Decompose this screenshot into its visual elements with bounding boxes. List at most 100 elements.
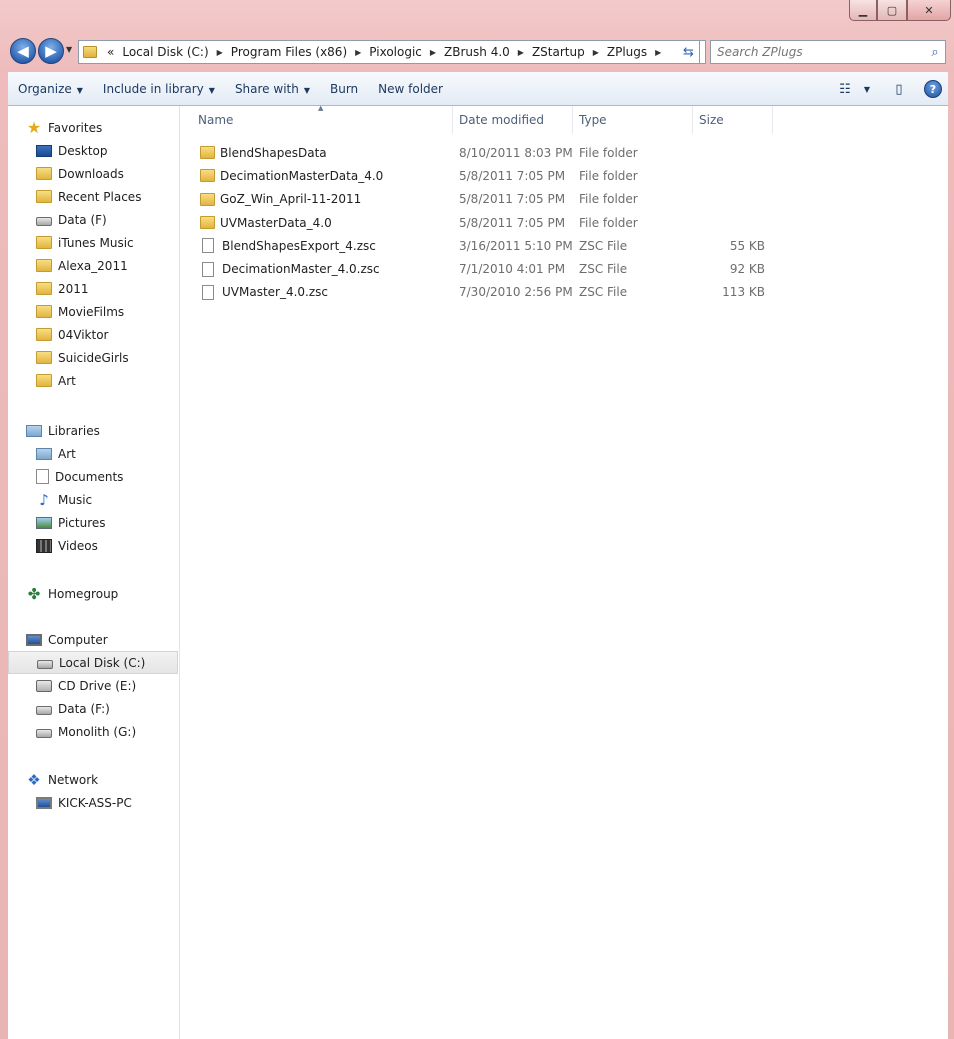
computer-icon bbox=[26, 633, 42, 646]
file-name: UVMaster_4.0.zsc bbox=[222, 285, 329, 300]
file-size: 113 KB bbox=[722, 285, 765, 300]
nav-favorites[interactable]: ★ Favorites bbox=[8, 116, 180, 139]
breadcrumb-local-disk[interactable]: Local Disk (C:) bbox=[118, 45, 212, 59]
breadcrumb-overflow[interactable]: « bbox=[103, 45, 118, 59]
folder-icon bbox=[36, 328, 52, 341]
file-date: 5/8/2011 7:05 PM bbox=[459, 215, 566, 230]
nav-item-04viktor[interactable]: 04Viktor bbox=[8, 323, 180, 346]
chevron-right-icon[interactable]: ▶ bbox=[589, 48, 603, 57]
new-folder-button[interactable]: New folder bbox=[368, 82, 453, 96]
chevron-right-icon[interactable]: ▶ bbox=[213, 48, 227, 57]
nav-item-local-disk-c[interactable]: Local Disk (C:) bbox=[8, 651, 178, 674]
nav-item-itunes-music[interactable]: iTunes Music bbox=[8, 231, 180, 254]
music-note-icon: ♪ bbox=[39, 490, 49, 509]
file-row[interactable]: BlendShapesData 8/10/2011 8:03 PM File f… bbox=[180, 141, 948, 164]
nav-item-data-f-drive[interactable]: Data (F:) bbox=[8, 697, 180, 720]
nav-homegroup[interactable]: ✤ Homegroup bbox=[8, 582, 180, 605]
nav-network[interactable]: ❖ Network bbox=[8, 768, 180, 791]
file-date: 5/8/2011 7:05 PM bbox=[459, 168, 566, 183]
file-name-cell: GoZ_Win_April-11-2011 bbox=[180, 192, 459, 206]
nav-item-monolith-g[interactable]: Monolith (G:) bbox=[8, 720, 180, 743]
nav-item-alexa-2011[interactable]: Alexa_2011 bbox=[8, 254, 180, 277]
include-in-library-button[interactable]: Include in library ▼ bbox=[93, 82, 225, 96]
nav-item-art[interactable]: Art bbox=[8, 369, 180, 392]
nav-libraries[interactable]: Libraries bbox=[8, 419, 180, 442]
libraries-group: Libraries Art Documents ♪ Music Pictures … bbox=[8, 419, 180, 557]
folder-icon bbox=[200, 169, 215, 183]
file-row[interactable]: GoZ_Win_April-11-2011 5/8/2011 7:05 PM F… bbox=[180, 188, 948, 211]
nav-item-cd-drive-e[interactable]: CD Drive (E:) bbox=[8, 674, 180, 697]
column-header-name[interactable]: ▲ Name bbox=[180, 104, 453, 134]
file-name: UVMasterData_4.0 bbox=[220, 215, 332, 230]
nav-item-documents[interactable]: Documents bbox=[8, 465, 180, 488]
breadcrumb-zstartup[interactable]: ZStartup bbox=[528, 45, 589, 59]
nav-item-moviefilms[interactable]: MovieFilms bbox=[8, 300, 180, 323]
chevron-right-icon[interactable]: ▶ bbox=[514, 48, 528, 57]
pictures-icon bbox=[36, 516, 52, 529]
nav-item-suicidegirls[interactable]: SuicideGirls bbox=[8, 346, 180, 369]
drive-icon bbox=[36, 217, 52, 226]
cd-drive-icon bbox=[36, 679, 52, 692]
breadcrumb-program-files[interactable]: Program Files (x86) bbox=[227, 45, 351, 59]
file-row[interactable]: UVMaster_4.0.zsc 7/30/2010 2:56 PM ZSC F… bbox=[180, 281, 948, 304]
nav-item-lib-art[interactable]: Art bbox=[8, 442, 180, 465]
organize-button[interactable]: Organize ▼ bbox=[8, 82, 93, 96]
file-list-pane: ▲ Name Date modified Type Size BlendShape… bbox=[180, 104, 948, 1039]
close-button[interactable]: ✕ bbox=[907, 0, 951, 21]
nav-item-label: Music bbox=[58, 492, 93, 507]
nav-item-desktop[interactable]: Desktop bbox=[8, 139, 180, 162]
nav-item-label: MovieFilms bbox=[58, 304, 125, 319]
nav-homegroup-label: Homegroup bbox=[48, 586, 119, 601]
search-box[interactable]: ⌕ bbox=[710, 40, 946, 64]
minimize-button[interactable]: ▁ bbox=[849, 0, 877, 21]
chevron-right-icon[interactable]: ▶ bbox=[651, 48, 665, 57]
file-row[interactable]: DecimationMasterData_4.0 5/8/2011 7:05 P… bbox=[180, 164, 948, 187]
column-header-date[interactable]: Date modified bbox=[453, 106, 573, 134]
nav-item-kick-ass-pc[interactable]: KICK-ASS-PC bbox=[8, 791, 180, 814]
nav-computer[interactable]: Computer bbox=[8, 628, 180, 651]
chevron-right-icon[interactable]: ▶ bbox=[426, 48, 440, 57]
nav-item-2011[interactable]: 2011 bbox=[8, 277, 180, 300]
breadcrumb-zbrush[interactable]: ZBrush 4.0 bbox=[440, 45, 514, 59]
chevron-down-icon[interactable]: ▼ bbox=[860, 85, 874, 94]
refresh-button[interactable]: ⇆ bbox=[678, 40, 700, 64]
nav-item-pictures[interactable]: Pictures bbox=[8, 511, 180, 534]
column-headers: ▲ Name Date modified Type Size bbox=[180, 104, 948, 134]
column-header-size[interactable]: Size bbox=[693, 106, 773, 134]
nav-computer-label: Computer bbox=[48, 632, 108, 647]
nav-item-label: 04Viktor bbox=[58, 327, 109, 342]
file-row[interactable]: BlendShapesExport_4.zsc 3/16/2011 5:10 P… bbox=[180, 234, 948, 257]
breadcrumb-pixologic[interactable]: Pixologic bbox=[365, 45, 426, 59]
address-bar[interactable]: « Local Disk (C:) ▶ Program Files (x86) … bbox=[78, 40, 706, 64]
search-input[interactable] bbox=[711, 42, 925, 62]
file-date: 5/8/2011 7:05 PM bbox=[459, 192, 566, 207]
column-header-type[interactable]: Type bbox=[573, 106, 693, 134]
forward-button[interactable]: ▶ bbox=[38, 38, 64, 64]
breadcrumb-zplugs[interactable]: ZPlugs bbox=[603, 45, 651, 59]
maximize-button[interactable]: ▢ bbox=[877, 0, 907, 21]
nav-item-label: 2011 bbox=[58, 281, 89, 296]
nav-item-videos[interactable]: Videos bbox=[8, 534, 180, 557]
drive-icon bbox=[36, 706, 52, 715]
search-icon[interactable]: ⌕ bbox=[925, 45, 945, 60]
share-with-button[interactable]: Share with ▼ bbox=[225, 82, 320, 96]
file-row[interactable]: DecimationMaster_4.0.zsc 7/1/2010 4:01 P… bbox=[180, 257, 948, 280]
recent-pages-dropdown[interactable]: ▼ bbox=[66, 45, 72, 54]
nav-item-label: Art bbox=[58, 373, 76, 388]
burn-button[interactable]: Burn bbox=[320, 82, 368, 96]
library-icon bbox=[36, 447, 52, 460]
view-options-icon[interactable]: ☷ bbox=[830, 82, 860, 97]
nav-item-data-f[interactable]: Data (F) bbox=[8, 208, 180, 231]
arrow-left-icon: ◀ bbox=[17, 42, 29, 60]
back-button[interactable]: ◀ bbox=[10, 38, 36, 64]
nav-item-downloads[interactable]: Downloads bbox=[8, 162, 180, 185]
file-row[interactable]: UVMasterData_4.0 5/8/2011 7:05 PM File f… bbox=[180, 211, 948, 234]
preview-pane-icon[interactable]: ▯ bbox=[884, 82, 914, 97]
help-icon[interactable]: ? bbox=[924, 80, 942, 98]
homegroup-icon: ✤ bbox=[27, 584, 41, 603]
chevron-right-icon[interactable]: ▶ bbox=[351, 48, 365, 57]
nav-item-recent-places[interactable]: Recent Places bbox=[8, 185, 180, 208]
file-name-cell: DecimationMasterData_4.0 bbox=[180, 169, 459, 183]
nav-item-music[interactable]: ♪ Music bbox=[8, 488, 180, 511]
chevron-down-icon: ▼ bbox=[303, 85, 310, 95]
